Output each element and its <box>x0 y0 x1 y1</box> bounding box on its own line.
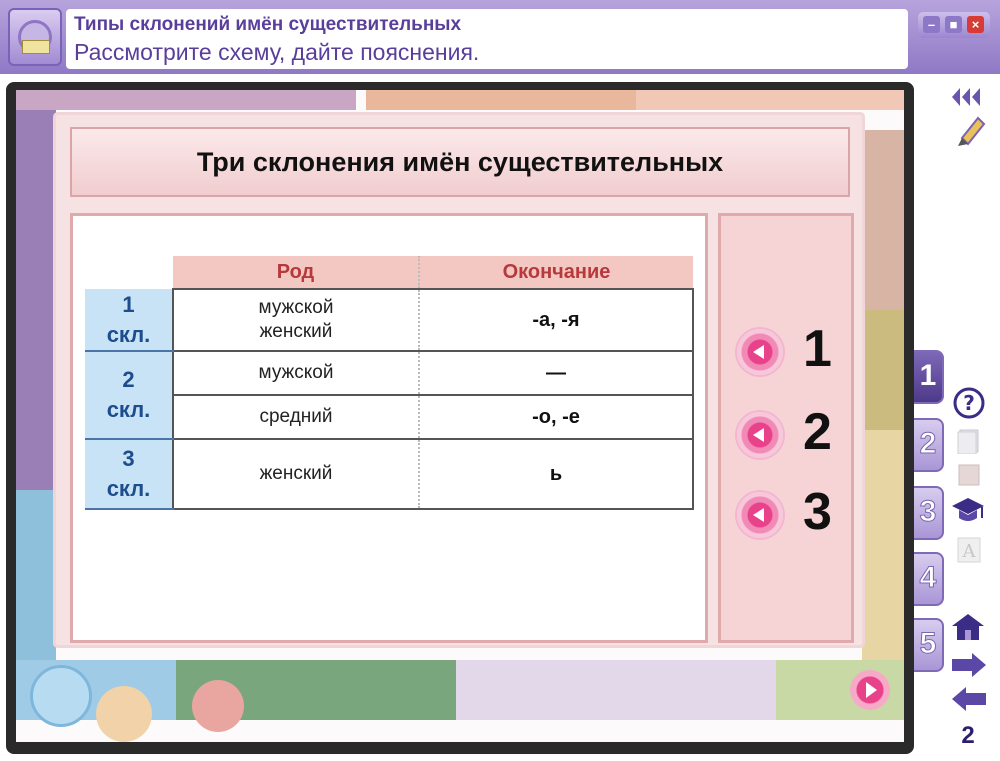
decor-block <box>636 90 904 110</box>
pencil-icon[interactable] <box>956 112 986 146</box>
play-right-icon <box>866 682 877 698</box>
ending-cell: -а, -я <box>419 289 694 352</box>
bookmark-icon[interactable] <box>956 462 982 488</box>
play-left-icon <box>753 428 764 442</box>
window-title: Типы склонений имён существительных <box>74 14 462 35</box>
play-left-icon <box>753 345 764 359</box>
gender-value: мужской <box>258 362 334 383</box>
home-icon[interactable] <box>950 612 986 642</box>
title-panel: Типы склонений имён существительных Расс… <box>66 9 908 69</box>
gender-cell: женский <box>173 439 420 510</box>
decor-block <box>862 130 904 310</box>
gender-value: средний <box>259 406 333 427</box>
gender-cell: мужской женский <box>173 289 420 352</box>
column-header-gender: Род <box>173 256 420 290</box>
table-panel: Род Окончание 1 скл. мужской женский -а,… <box>70 213 708 643</box>
gender-value: женский <box>259 463 333 484</box>
table-row: 1 скл. мужской женский -а, -я <box>85 289 694 352</box>
gender-value: мужской <box>258 297 334 318</box>
stage: Три склонения имён существительных Род О… <box>16 90 904 742</box>
declension-button-row-1[interactable]: 1 <box>729 320 849 381</box>
slide-title-box: Три склонения имён существительных <box>70 127 850 197</box>
declension-number: 1 <box>122 291 135 317</box>
declension-abbr: скл. <box>106 397 151 422</box>
declension-table: Род Окончание 1 скл. мужской женский -а,… <box>85 256 694 510</box>
decor-block <box>862 310 904 430</box>
prev-arrow-icon[interactable] <box>950 686 988 712</box>
declension-number: 3 <box>122 446 135 471</box>
help-icon[interactable]: ? <box>952 386 986 420</box>
title-bar: Типы склонений имён существительных Расс… <box>0 0 1000 74</box>
window-controls: – ■ × <box>918 12 990 38</box>
decor-circle <box>96 686 152 742</box>
decor-block <box>16 110 56 490</box>
declension-button-row-3[interactable]: 3 <box>729 483 849 544</box>
ending-cell: — <box>419 351 694 396</box>
declension-number-label: 3 <box>803 483 832 541</box>
slide-title: Три склонения имён существительных <box>196 147 724 177</box>
declension-label-2: 2 скл. <box>85 351 174 440</box>
play-left-icon <box>753 508 764 522</box>
svg-text:?: ? <box>963 391 975 415</box>
rewind-icon[interactable] <box>950 86 990 108</box>
tab-4[interactable]: 4 <box>914 552 944 606</box>
maximize-button[interactable]: ■ <box>945 16 962 33</box>
declension-abbr: скл. <box>106 321 151 347</box>
decor-circle <box>192 680 244 732</box>
stage-frame: Три склонения имён существительных Род О… <box>6 82 914 754</box>
notes-icon[interactable] <box>956 428 982 455</box>
table-row: средний -о, -е <box>85 395 694 440</box>
page-number: 2 <box>961 722 975 749</box>
decor-block <box>862 430 904 660</box>
decor-block <box>16 490 56 660</box>
table-row: 3 скл. женский ь <box>85 439 694 510</box>
slide-card: Три склонения имён существительных Род О… <box>56 115 862 645</box>
tab-3[interactable]: 3 <box>914 486 944 540</box>
play-button-3[interactable] <box>737 492 783 538</box>
next-slide-button[interactable] <box>850 670 890 710</box>
table-row: 2 скл. мужской — <box>85 351 694 440</box>
close-button[interactable]: × <box>967 16 984 33</box>
graduation-cap-icon[interactable] <box>950 496 986 526</box>
declension-number-label: 1 <box>803 320 832 378</box>
column-header-ending: Окончание <box>419 256 693 290</box>
ending-cell: ь <box>419 439 694 510</box>
declension-number: 2 <box>122 367 135 392</box>
declension-buttons-panel: 1 2 3 <box>718 213 854 643</box>
gender-cell: мужской <box>173 351 420 396</box>
tab-2[interactable]: 2 <box>914 418 944 472</box>
ending-cell: -о, -е <box>419 395 694 440</box>
declension-label-3: 3 скл. <box>85 439 174 510</box>
decor-block <box>16 90 356 110</box>
table-corner-cell <box>85 256 173 289</box>
tab-5[interactable]: 5 <box>914 618 944 672</box>
decor-block <box>366 90 636 110</box>
minimize-button[interactable]: – <box>923 16 940 33</box>
declension-label-1: 1 скл. <box>85 289 174 352</box>
play-button-1[interactable] <box>737 329 783 375</box>
declension-abbr: скл. <box>106 476 151 501</box>
table-header-row: Род Окончание <box>85 256 693 290</box>
play-button-2[interactable] <box>737 412 783 458</box>
next-arrow-icon[interactable] <box>950 652 988 678</box>
app-logo-icon <box>8 8 62 66</box>
gender-value: женский <box>259 321 333 342</box>
decor-circle <box>30 665 92 727</box>
window-subtitle: Рассмотрите схему, дайте пояснения. <box>74 39 480 65</box>
decor-block <box>456 660 776 720</box>
gender-cell: средний <box>173 395 420 440</box>
dictionary-icon[interactable]: A <box>956 536 982 564</box>
declension-number-label: 2 <box>803 403 832 461</box>
tab-1[interactable]: 1 <box>914 350 944 404</box>
declension-button-row-2[interactable]: 2 <box>729 403 849 464</box>
svg-text:A: A <box>962 541 977 562</box>
